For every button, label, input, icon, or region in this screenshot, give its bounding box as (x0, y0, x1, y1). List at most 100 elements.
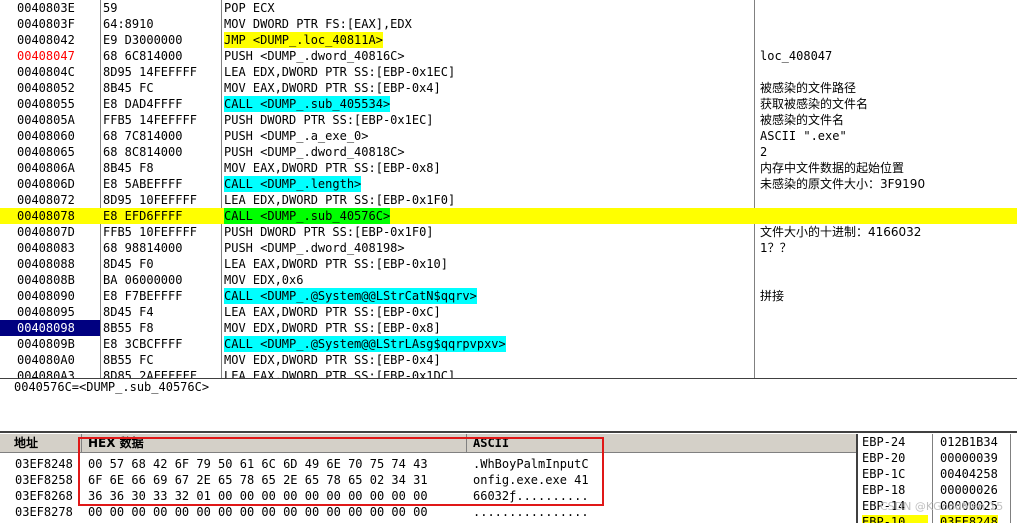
disasm-row[interactable]: 00408065 68 8C814000 PUSH <DUMP_.dword_408… (0, 144, 1017, 160)
disasm-row[interactable]: 0040807D FFB5 10FEFFFF PUSH DWORD PTR SS:[… (0, 224, 1017, 240)
disasm-row[interactable]: 0040803F 64:8910 MOV DWORD PTR FS:[EAX],ED… (0, 16, 1017, 32)
stack-row[interactable]: EBP-20 00000039 (858, 451, 1017, 466)
stack-row-selected[interactable]: EBP-10 03EF8248 (858, 515, 1017, 523)
dump-address: 03EF8258 (15, 473, 73, 487)
instruction: LEA EAX,DWORD PTR SS:[EBP-0x10] (224, 257, 448, 271)
address: 00408083 (17, 241, 75, 255)
address: 0040804C (17, 65, 75, 79)
stack-value: 03EF8248 (940, 515, 998, 523)
disasm-row[interactable]: 0040804C 8D95 14FEFFFF LEA EDX,DWORD PTR S… (0, 64, 1017, 80)
hex-bytes: FFB5 14FEFFFF (103, 113, 197, 127)
jump-instruction: JMP <DUMP_.loc_40811A> (224, 32, 383, 48)
stack-row[interactable]: EBP-24 012B1B34 (858, 435, 1017, 450)
address: 0040807D (17, 225, 75, 239)
address: 0040803E (17, 1, 75, 15)
address: 0040806D (17, 177, 75, 191)
hex-bytes: 8B55 F8 (103, 321, 154, 335)
instruction: MOV EDX,DWORD PTR SS:[EBP-0x4] (224, 353, 441, 367)
info-text: 0040576C=<DUMP_.sub_40576C> (14, 380, 210, 394)
hex-bytes: FFB5 10FEFFFF (103, 225, 197, 239)
disasm-row[interactable]: 00408055 E8 DAD4FFFF CALL <DUMP_.sub_40553… (0, 96, 1017, 112)
instruction: PUSH DWORD PTR SS:[EBP-0x1EC] (224, 113, 434, 127)
disasm-row[interactable]: 0040803E 59 POP ECX (0, 0, 1017, 16)
hex-bytes: 59 (103, 1, 118, 15)
comment: ASCII ".exe" (760, 129, 847, 143)
info-pane: 0040576C=<DUMP_.sub_40576C> (0, 379, 1017, 430)
address: 00408072 (17, 193, 75, 207)
disasm-row[interactable]: 00408060 68 7C814000 PUSH <DUMP_.a_exe_0> A… (0, 128, 1017, 144)
disasm-row[interactable]: 004080A0 8B55 FC MOV EDX,DWORD PTR SS:[EBP… (0, 352, 1017, 368)
dump-address: 03EF8278 (15, 505, 73, 519)
dump-ascii: onfig.exe.exe 41 (473, 473, 589, 487)
address: 00408088 (17, 257, 75, 271)
column-header-hex[interactable]: HEX 数据 (82, 434, 467, 452)
disasm-row[interactable]: 00408083 68 98814000 PUSH <DUMP_.dword_408… (0, 240, 1017, 256)
instruction: LEA EAX,DWORD PTR SS:[EBP-0x1DC] (224, 369, 456, 378)
comment: 被感染的文件名 (760, 113, 845, 127)
dump-hex: 00 57 68 42 6F 79 50 61 6C 6D 49 6E 70 7… (88, 457, 428, 471)
comment: 2 (760, 145, 768, 159)
hex-bytes: 68 6C814000 (103, 49, 183, 63)
disasm-row[interactable]: 0040808B BA 06000000 MOV EDX,0x6 (0, 272, 1017, 288)
address: 00408078 (17, 209, 75, 223)
disasm-row[interactable]: 00408042 E9 D3000000 JMP <DUMP_.loc_40811A… (0, 32, 1017, 48)
instruction: PUSH DWORD PTR SS:[EBP-0x1F0] (224, 225, 434, 239)
disasm-row[interactable]: 0040805A FFB5 14FEFFFF PUSH DWORD PTR SS:[… (0, 112, 1017, 128)
disasm-row[interactable]: 00408052 8B45 FC MOV EAX,DWORD PTR SS:[EBP… (0, 80, 1017, 96)
stack-offset: EBP-10 (862, 515, 928, 523)
instruction: MOV EAX,DWORD PTR SS:[EBP-0x8] (224, 161, 441, 175)
hex-bytes: 8D85 2AFEFFFF (103, 369, 197, 378)
hex-bytes: BA 06000000 (103, 273, 183, 287)
disasm-row[interactable]: 004080A3 8D85 2AFEFFFF LEA EAX,DWORD PTR S… (0, 368, 1017, 378)
disasm-row[interactable]: 00408098 8B55 F8 MOV EDX,DWORD PTR SS:[EBP… (0, 320, 1017, 336)
disasm-row-selected[interactable]: 00408078 E8 EFD6FFFF CALL <DUMP_.sub_40576… (0, 208, 1017, 224)
comment: 1？？ (760, 241, 792, 255)
disasm-row[interactable]: 0040806A 8B45 F8 MOV EAX,DWORD PTR SS:[EBP… (0, 160, 1017, 176)
instruction: MOV EAX,DWORD PTR SS:[EBP-0x4] (224, 81, 441, 95)
disasm-row[interactable]: 00408088 8D45 F0 LEA EAX,DWORD PTR SS:[EBP… (0, 256, 1017, 272)
hex-bytes: 8D45 F4 (103, 305, 154, 319)
call-instruction: CALL <DUMP_.sub_40576C> (224, 208, 391, 224)
instruction: MOV EDX,0x6 (224, 273, 304, 287)
disasm-row[interactable]: 0040806D E8 5ABEFFFF CALL <DUMP_.length> 未感… (0, 176, 1017, 192)
disasm-row[interactable]: 00408047 68 6C814000 PUSH <DUMP_.dword_408… (0, 48, 1017, 64)
disasm-row[interactable]: 00408095 8D45 F4 LEA EAX,DWORD PTR SS:[EBP… (0, 304, 1017, 320)
disassembly-pane[interactable]: 0040803E 59 POP ECX 0040803F 64:8910 MOV DWO… (0, 0, 1017, 378)
disasm-row[interactable]: 00408072 8D95 10FEFFFF LEA EDX,DWORD PTR S… (0, 192, 1017, 208)
memory-dump-pane[interactable]: 地址 HEX 数据 ASCII 03EF8248 00 57 68 42 6F 7… (0, 434, 856, 523)
hex-bytes: 68 98814000 (103, 241, 183, 255)
stack-row[interactable]: EBP-18 00000026 (858, 483, 1017, 498)
comment: 未感染的原文件大小：3F9190 (760, 177, 926, 191)
pane-separator (0, 431, 1017, 433)
call-instruction: CALL <DUMP_.@System@@LStrLAsg$qqrpvpxv> (224, 336, 506, 352)
instruction: PUSH <DUMP_.dword_408198> (224, 241, 405, 255)
stack-value: 00000039 (940, 451, 998, 465)
address: 0040805A (17, 113, 75, 127)
watermark: CSDN @KGoodMen-15 (880, 500, 1004, 513)
dump-hex: 36 36 30 33 32 01 00 00 00 00 00 00 00 0… (88, 489, 428, 503)
stack-row[interactable]: EBP-1C 00404258 (858, 467, 1017, 482)
comment: 文件大小的十进制：4166032 (760, 225, 922, 239)
hex-bytes: 8B45 FC (103, 81, 154, 95)
column-header-ascii[interactable]: ASCII (467, 434, 856, 452)
address: 00408065 (17, 145, 75, 159)
disasm-row[interactable]: 0040809B E8 3CBCFFFF CALL <DUMP_.@System@@… (0, 336, 1017, 352)
call-instruction: CALL <DUMP_.sub_405534> (224, 96, 391, 112)
instruction: MOV DWORD PTR FS:[EAX],EDX (224, 17, 412, 31)
dump-address: 03EF8268 (15, 489, 73, 503)
column-header-address[interactable]: 地址 (0, 434, 82, 452)
instruction: MOV EDX,DWORD PTR SS:[EBP-0x8] (224, 321, 441, 335)
comment: loc_408047 (760, 49, 833, 63)
disasm-row[interactable]: 00408090 E8 F7BEFFFF CALL <DUMP_.@System@@… (0, 288, 1017, 304)
stack-offset: EBP-24 (862, 435, 906, 449)
instruction: PUSH <DUMP_.a_exe_0> (224, 129, 369, 143)
hex-bytes: 64:8910 (103, 17, 154, 31)
address: 0040806A (17, 161, 75, 175)
address: 00408090 (17, 289, 75, 303)
stack-value: 00404258 (940, 467, 998, 481)
hex-bytes: E9 D3000000 (103, 33, 183, 47)
hex-bytes: E8 3CBCFFFF (103, 337, 183, 351)
comment: 内存中文件数据的起始位置 (760, 161, 905, 175)
stack-value: 00000026 (940, 483, 998, 497)
instruction: LEA EDX,DWORD PTR SS:[EBP-0x1F0] (224, 193, 456, 207)
